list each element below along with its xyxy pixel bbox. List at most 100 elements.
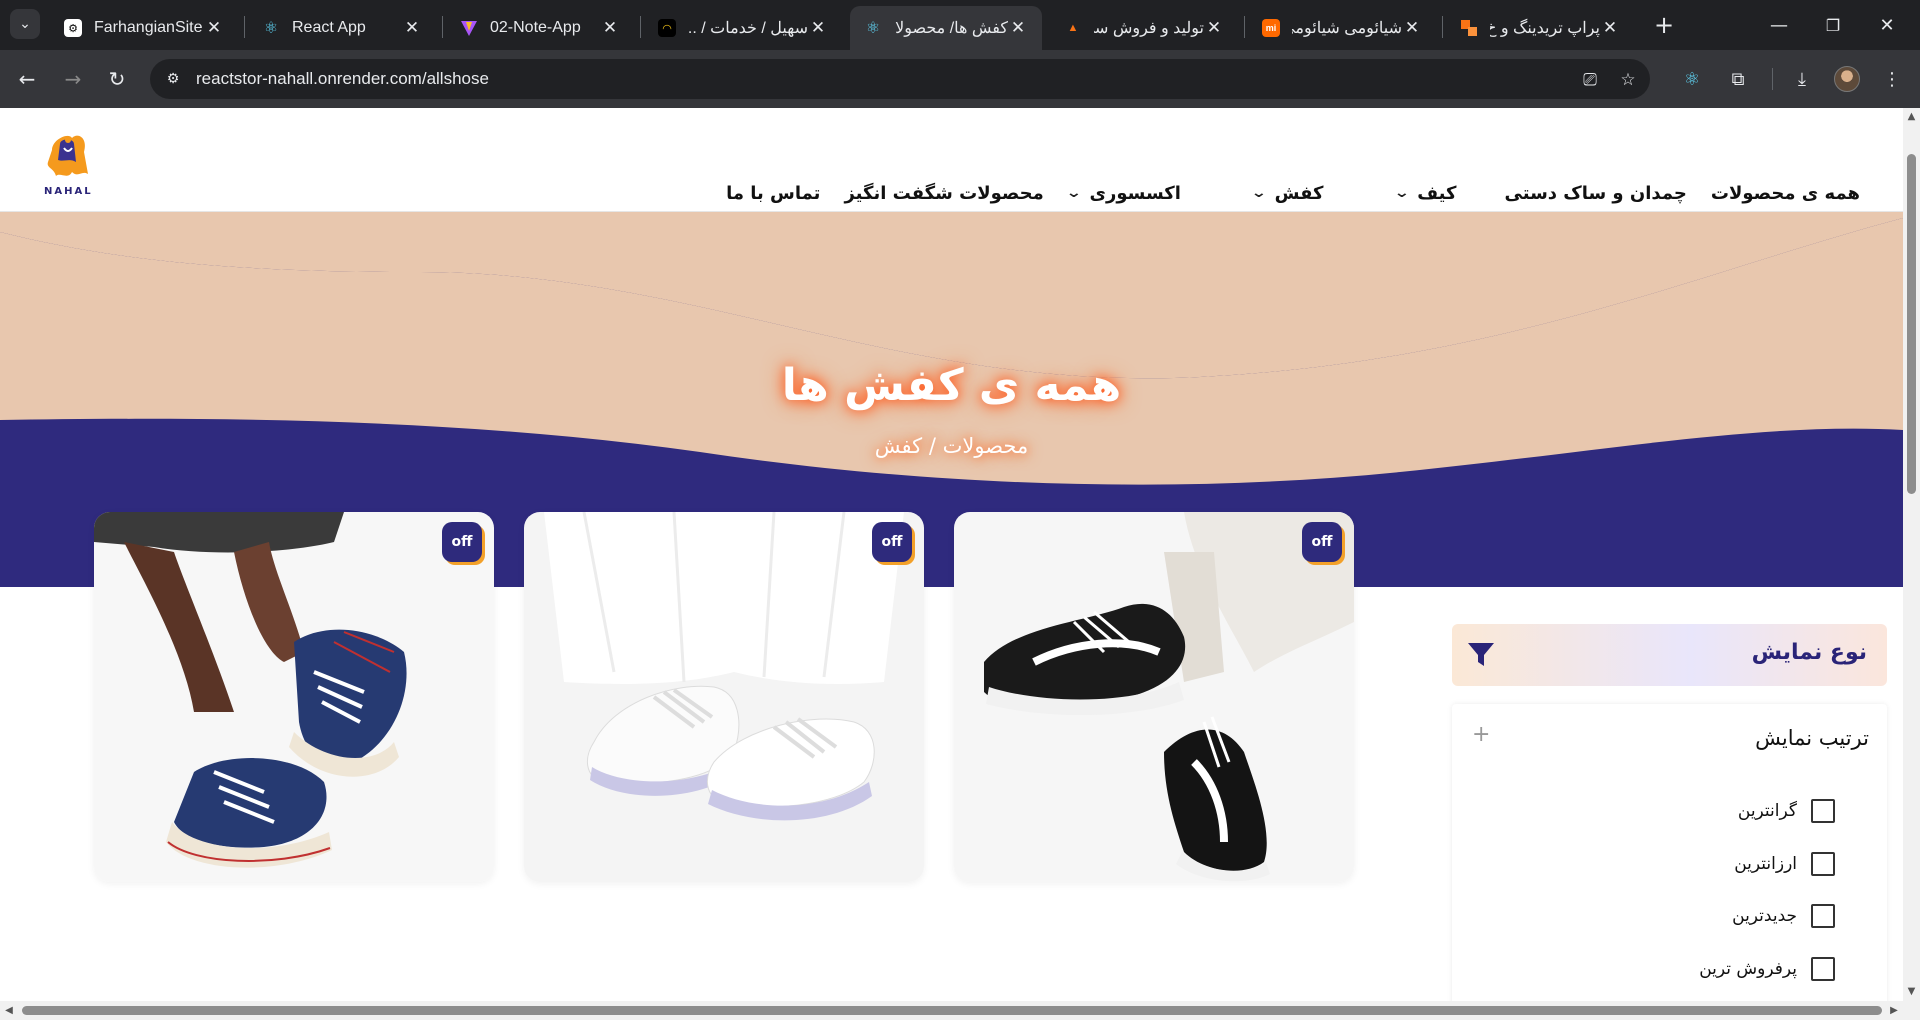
site-header: NAHAL همه ی محصولات چمدان و ساک دستی کیف… — [0, 108, 1903, 212]
close-tab-icon[interactable]: ✕ — [600, 18, 620, 38]
sort-checkbox[interactable] — [1811, 799, 1835, 823]
plus-icon[interactable]: + — [1472, 722, 1490, 747]
sort-option-cheapest[interactable]: ارزانترین — [1734, 849, 1835, 879]
browser-tab[interactable]: ⚛ React App ✕ — [248, 6, 436, 50]
nav-contact-us[interactable]: تماس با ما — [726, 183, 820, 204]
browser-tab[interactable]: mi شیائومی شیائومی... ✕ — [1248, 6, 1436, 50]
sort-option-label: جدیدترین — [1732, 906, 1797, 926]
chevron-down-icon: ⌄ — [19, 16, 31, 32]
discount-badge: off — [442, 522, 482, 562]
nav-luggage[interactable]: چمدان و ساک دستی — [1505, 183, 1687, 204]
site-settings-icon[interactable]: ⚙ — [162, 68, 184, 90]
prop-icon — [1460, 19, 1478, 37]
mi-icon: mi — [1262, 19, 1280, 37]
close-tab-icon[interactable]: ✕ — [204, 18, 224, 38]
browser-tab[interactable]: ◠ سهیل / خدمات / ... ✕ — [644, 6, 842, 50]
tab-divider — [442, 16, 443, 38]
forward-button[interactable]: → — [58, 64, 88, 94]
nav-label: تماس با ما — [726, 182, 821, 204]
url-text[interactable]: reactstor-nahall.onrender.com/allshose — [196, 69, 489, 89]
browser-tab[interactable]: 02-Note-App ✕ — [446, 6, 634, 50]
close-tab-icon[interactable]: ✕ — [1600, 18, 1620, 38]
main-nav: همه ی محصولات چمدان و ساک دستی کیف ⌄ کفش ⌄… — [726, 176, 1860, 210]
tab-divider — [1442, 16, 1443, 38]
browser-toolbar: ← → ↻ ⚙ reactstor-nahall.onrender.com/al… — [0, 50, 1920, 108]
page-title: همه ی کفش ها — [781, 360, 1122, 411]
restore-button[interactable]: ❐ — [1818, 10, 1848, 40]
sort-checkbox[interactable] — [1811, 957, 1835, 981]
vertical-scrollbar[interactable]: ▲ ▼ — [1903, 108, 1920, 1001]
scrollbar-thumb[interactable] — [1907, 154, 1916, 494]
sort-option-best-selling[interactable]: پرفروش ترین — [1699, 954, 1835, 984]
close-tab-icon[interactable]: ✕ — [1402, 18, 1422, 38]
farhangian-icon: ⚙ — [64, 19, 82, 37]
back-button[interactable]: ← — [12, 64, 42, 94]
tab-title: شیائومی شیائومی... — [1292, 20, 1402, 37]
nav-label: کفش — [1274, 182, 1324, 204]
nav-accessories[interactable]: اکسسوری ⌄ — [1065, 183, 1181, 204]
new-tab-button[interactable]: + — [1650, 11, 1678, 39]
vite-icon — [460, 19, 478, 37]
reload-button[interactable]: ↻ — [102, 64, 132, 94]
product-card[interactable]: off — [94, 512, 494, 882]
arrow-right-icon: → — [64, 67, 82, 91]
browser-tab-active[interactable]: ⚛ کفش ها/ محصولا ✕ — [850, 6, 1042, 50]
close-tab-icon[interactable]: ✕ — [1204, 18, 1224, 38]
sort-option-label: ارزانترین — [1734, 854, 1797, 874]
sort-option-most-expensive[interactable]: گرانترین — [1738, 796, 1835, 826]
soheil-icon: ◠ — [658, 19, 676, 37]
nav-shoes[interactable]: کفش ⌄ — [1250, 182, 1324, 204]
nav-amazing-products[interactable]: محصولات شگفت انگیز — [844, 183, 1043, 204]
extensions-icon[interactable]: ⧉ — [1724, 65, 1752, 93]
toolbar-divider — [1772, 68, 1773, 90]
product-card[interactable]: off — [524, 512, 924, 882]
product-card[interactable]: off — [954, 512, 1354, 882]
breadcrumb[interactable]: محصولات / کفش — [0, 434, 1903, 458]
menu-kebab-icon[interactable]: ⋮ — [1878, 65, 1906, 93]
tab-title: 02-Note-App — [490, 19, 581, 36]
sort-option-newest[interactable]: جدیدترین — [1732, 901, 1835, 931]
nav-label: چمدان و ساک دستی — [1504, 182, 1687, 204]
browser-tab[interactable]: پراپ تریدینگ و خ... ✕ — [1446, 6, 1634, 50]
close-window-button[interactable]: ✕ — [1872, 10, 1902, 40]
chevron-down-icon: ⌄ — [1065, 185, 1082, 201]
download-icon[interactable]: ⤓ — [1788, 65, 1816, 93]
sort-title: ترتیب نمایش — [1755, 726, 1869, 750]
browser-tab[interactable]: ⚙ FarhangianSite - ✕ — [50, 6, 238, 50]
minimize-button[interactable]: — — [1764, 10, 1794, 40]
tab-title: FarhangianSite - — [94, 19, 204, 36]
scroll-right-icon[interactable]: ▶ — [1889, 1005, 1899, 1016]
horizontal-scrollbar[interactable]: ◀ ▶ — [0, 1001, 1920, 1020]
scroll-left-icon[interactable]: ◀ — [4, 1005, 14, 1016]
page-viewport: NAHAL همه ی محصولات چمدان و ساک دستی کیف… — [0, 108, 1903, 1001]
close-tab-icon[interactable]: ✕ — [1008, 18, 1028, 38]
address-bar[interactable]: ⚙ reactstor-nahall.onrender.com/allshose… — [150, 59, 1650, 99]
tab-title: React App — [292, 19, 366, 36]
tab-title: سهیل / خدمات / ... — [688, 20, 808, 37]
react-devtools-icon[interactable]: ⚛ — [1678, 65, 1706, 93]
tab-title: کفش ها/ محصولا — [895, 20, 1008, 37]
tab-search-button[interactable]: ⌄ — [10, 9, 40, 39]
nav-label: کیف — [1417, 182, 1457, 204]
sort-checkbox[interactable] — [1811, 904, 1835, 928]
sort-checkbox[interactable] — [1811, 852, 1835, 876]
display-type-header[interactable]: نوع نمایش — [1452, 624, 1887, 686]
bookmark-star-icon[interactable]: ☆ — [1616, 68, 1640, 92]
nav-all-products[interactable]: همه ی محصولات — [1711, 183, 1860, 204]
close-tab-icon[interactable]: ✕ — [808, 18, 828, 38]
scroll-up-icon[interactable]: ▲ — [1906, 112, 1917, 122]
close-tab-icon[interactable]: ✕ — [402, 18, 422, 38]
browser-tab[interactable]: ▲ تولید و فروش سی... ✕ — [1050, 6, 1238, 50]
scrollbar-thumb[interactable] — [22, 1006, 1882, 1015]
tab-divider — [1244, 16, 1245, 38]
browser-tab-bar: ⌄ ⚙ FarhangianSite - ✕ ⚛ React App ✕ 02-… — [0, 0, 1920, 50]
scroll-down-icon[interactable]: ▼ — [1906, 987, 1917, 997]
install-app-icon[interactable]: ⎚ — [1578, 68, 1602, 92]
sort-option-label: پرفروش ترین — [1699, 959, 1797, 979]
nav-bags[interactable]: کیف ⌄ — [1393, 182, 1457, 204]
chevron-down-icon: ⌄ — [1250, 185, 1267, 201]
tab-divider — [640, 16, 641, 38]
site-logo[interactable]: NAHAL — [38, 128, 98, 202]
discount-badge: off — [872, 522, 912, 562]
profile-avatar[interactable] — [1834, 66, 1860, 92]
